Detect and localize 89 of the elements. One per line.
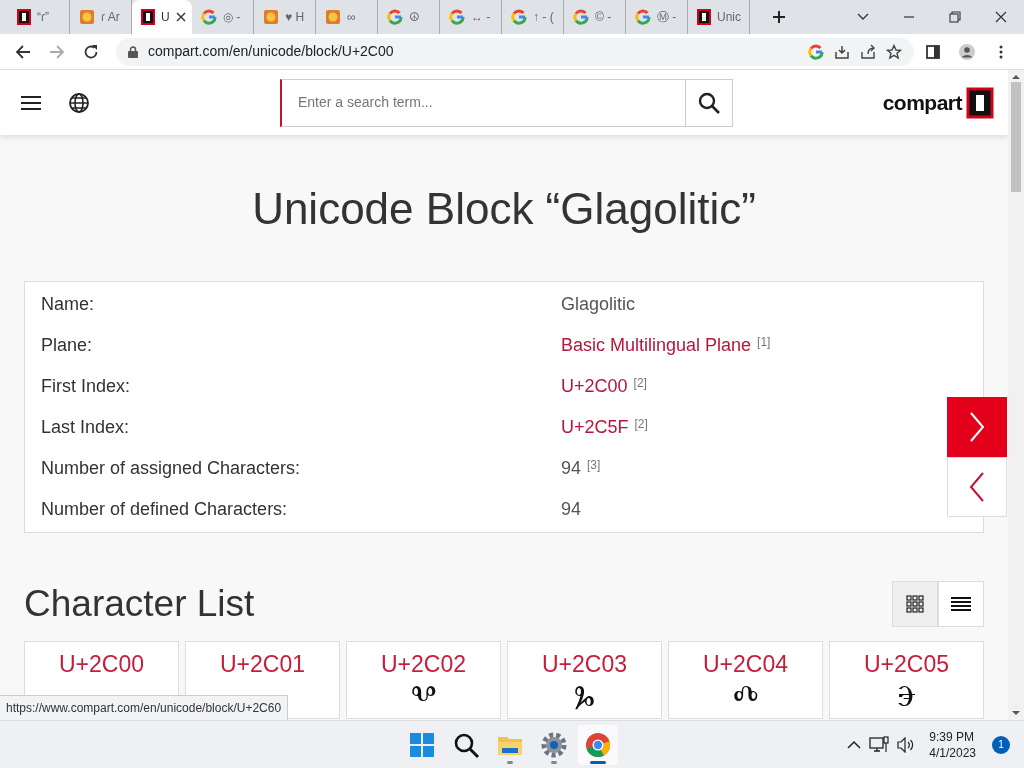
close-icon bbox=[995, 11, 1007, 23]
forward-arrow-icon bbox=[49, 43, 65, 60]
footnote-link[interactable]: [3] bbox=[587, 455, 601, 474]
logo-text[interactable]: compart bbox=[882, 86, 962, 119]
character-card[interactable]: U+2C03 Ⰳ bbox=[507, 641, 662, 719]
property-link[interactable]: U+2C00 bbox=[561, 373, 628, 400]
property-label: Last Index: bbox=[40, 416, 131, 439]
menu-icon[interactable] bbox=[20, 93, 42, 112]
property-link[interactable]: Basic Multilingual Plane bbox=[561, 332, 752, 359]
logo-icon bbox=[17, 9, 31, 25]
search-icon bbox=[698, 91, 720, 114]
reload-icon bbox=[83, 43, 99, 60]
property-label: Plane: bbox=[40, 334, 94, 357]
code-point: U+2C04 bbox=[703, 651, 788, 677]
google-icon bbox=[573, 9, 589, 25]
search-field[interactable]: Enter a search term... bbox=[280, 78, 685, 127]
google-icon[interactable] bbox=[808, 43, 824, 60]
network-icon[interactable] bbox=[869, 735, 890, 754]
scroll-thumb[interactable] bbox=[1011, 82, 1021, 192]
chevron-right-icon bbox=[969, 412, 985, 442]
person-icon bbox=[959, 43, 975, 60]
footnote-link[interactable]: [2] bbox=[634, 414, 648, 433]
browser-button[interactable] bbox=[578, 724, 618, 765]
google-icon bbox=[387, 9, 403, 25]
star-icon[interactable] bbox=[886, 43, 902, 60]
url-text: compart.com/en/unicode/block/U+2C00 bbox=[148, 42, 394, 61]
property-label: First Index: bbox=[40, 375, 132, 398]
google-icon bbox=[511, 9, 527, 25]
emoji-icon bbox=[263, 9, 279, 25]
side-panel-icon bbox=[925, 43, 941, 60]
code-point: U+2C02 bbox=[381, 651, 466, 677]
character-glyph: Ⰴ bbox=[732, 678, 759, 714]
browser-tab[interactable]: U bbox=[132, 0, 192, 34]
code-point: U+2C05 bbox=[864, 651, 949, 677]
address-bar[interactable]: compart.com/en/unicode/block/U+2C00 bbox=[116, 37, 914, 66]
google-icon bbox=[635, 9, 651, 25]
code-point: U+2C00 bbox=[59, 651, 144, 677]
notification-badge[interactable]: 1 bbox=[992, 735, 1010, 754]
scroll-up-icon[interactable] bbox=[1012, 74, 1020, 80]
section-title: Character List bbox=[24, 581, 255, 626]
scrollbar[interactable] bbox=[1008, 70, 1024, 720]
globe-icon[interactable] bbox=[68, 91, 90, 114]
page-title: Unicode Block “Glagolitic” bbox=[251, 183, 757, 235]
footnote-link[interactable]: [2] bbox=[633, 373, 647, 392]
download-icon[interactable] bbox=[834, 43, 850, 60]
google-icon bbox=[201, 9, 217, 25]
character-glyph: Ⰵ bbox=[897, 678, 916, 714]
lock-icon bbox=[128, 45, 138, 58]
clock[interactable]: 9:39 PM 4/1/2023 bbox=[929, 728, 976, 761]
property-value: 94 bbox=[561, 498, 582, 521]
list-view-button[interactable] bbox=[938, 581, 984, 627]
code-point: U+2C03 bbox=[542, 651, 627, 677]
character-glyph: Ⰲ bbox=[410, 678, 437, 714]
close-icon bbox=[175, 12, 186, 22]
code-point: U+2C01 bbox=[220, 651, 305, 677]
logo-icon bbox=[697, 9, 711, 25]
character-glyph: Ⰳ bbox=[574, 678, 595, 714]
back-arrow-icon bbox=[15, 43, 31, 60]
status-url-tooltip: https://www.compart.com/en/unicode/block/U+2C60 bbox=[0, 695, 289, 720]
chevron-up-icon[interactable] bbox=[847, 739, 862, 750]
property-label: Name: bbox=[40, 293, 95, 316]
property-label: Number of defined Characters: bbox=[40, 498, 289, 521]
logo-icon bbox=[141, 9, 155, 25]
browser-icon bbox=[584, 730, 612, 759]
gear-icon bbox=[540, 730, 568, 759]
google-icon bbox=[449, 9, 465, 25]
property-label: Number of assigned Characters: bbox=[40, 457, 302, 480]
scroll-down-icon[interactable] bbox=[1012, 710, 1020, 716]
character-card[interactable]: U+2C04 Ⰴ bbox=[668, 641, 823, 719]
emoji-icon bbox=[325, 9, 341, 25]
logo-icon[interactable] bbox=[966, 86, 994, 119]
previous-block-button[interactable] bbox=[947, 457, 1007, 517]
emoji-icon bbox=[79, 9, 95, 25]
volume-icon[interactable] bbox=[897, 736, 916, 753]
restore-icon bbox=[949, 11, 961, 23]
windows-icon bbox=[408, 730, 436, 759]
character-card[interactable]: U+2C02 Ⰲ bbox=[346, 641, 501, 719]
search-button[interactable] bbox=[685, 78, 733, 127]
property-value: Glagolitic bbox=[561, 293, 636, 316]
grid-icon bbox=[906, 595, 924, 613]
plus-icon bbox=[772, 10, 786, 24]
character-card[interactable]: U+2C05 Ⰵ bbox=[829, 641, 984, 719]
share-icon[interactable] bbox=[860, 43, 876, 60]
list-icon bbox=[951, 596, 971, 612]
chevron-left-icon bbox=[969, 472, 985, 502]
grid-view-button[interactable] bbox=[892, 581, 938, 627]
property-value: 94 bbox=[561, 457, 582, 480]
footnote-link[interactable]: [1] bbox=[757, 332, 771, 351]
property-link[interactable]: U+2C5F bbox=[561, 414, 629, 441]
